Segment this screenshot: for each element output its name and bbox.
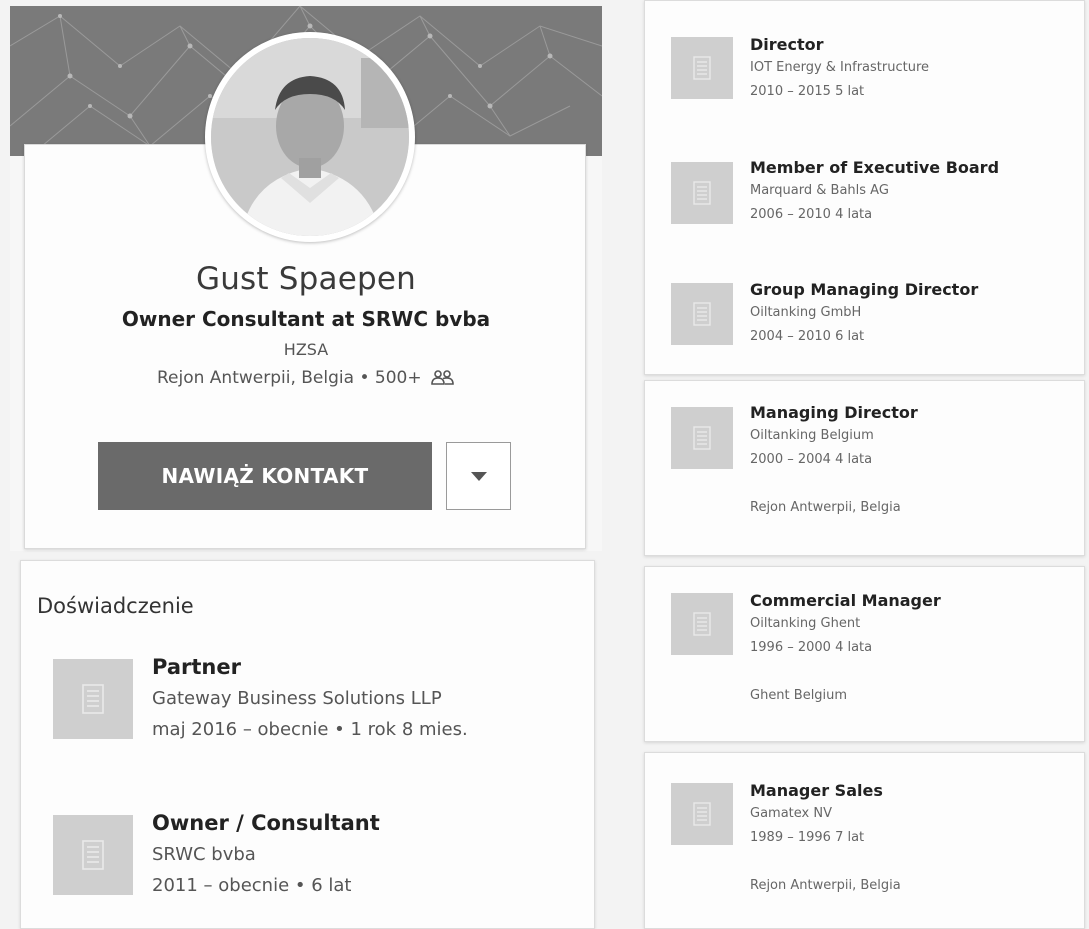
experience-location: Rejon Antwerpii, Belgia [750,500,901,515]
building-icon [693,612,711,636]
experience-item[interactable]: Member of Executive Board Marquard & Bah… [645,158,1085,248]
experience-dates: maj 2016 – obecnie • 1 rok 8 mies. [152,719,468,740]
company-logo [53,659,133,739]
more-options-button[interactable] [446,442,511,510]
experience-company[interactable]: Oiltanking GmbH [750,305,861,320]
experience-section: Doświadczenie Partner Gateway Business S… [20,560,595,929]
experience-dates: 2011 – obecnie • 6 lat [152,875,352,896]
building-icon [82,684,104,714]
company-logo [671,407,733,469]
company-logo [53,815,133,895]
company-logo [671,37,733,99]
experience-company[interactable]: Marquard & Bahls AG [750,183,889,198]
experience-item[interactable]: Group Managing Director Oiltanking GmbH … [645,280,1085,370]
experience-company[interactable]: IOT Energy & Infrastructure [750,60,929,75]
experience-item[interactable]: Director IOT Energy & Infrastructure 201… [645,35,1085,125]
experience-card: Director IOT Energy & Infrastructure 201… [644,0,1085,375]
experience-item[interactable]: Manager Sales Gamatex NV 1989 – 1996 7 l… [645,781,1085,921]
experience-role[interactable]: Director [750,35,824,54]
profile-headline: Owner Consultant at SRWC bvba [121,307,491,331]
company-logo [671,283,733,345]
experience-company[interactable]: Gamatex NV [750,806,832,821]
experience-role[interactable]: Member of Executive Board [750,158,999,177]
experience-role[interactable]: Managing Director [750,403,918,422]
experience-card: Managing Director Oiltanking Belgium 200… [644,380,1085,556]
profile-name: Gust Spaepen [195,261,417,297]
experience-company[interactable]: Oiltanking Ghent [750,616,860,631]
experience-role[interactable]: Manager Sales [750,781,883,800]
right-column: Director IOT Energy & Infrastructure 201… [640,0,1089,929]
experience-card: Manager Sales Gamatex NV 1989 – 1996 7 l… [644,752,1085,929]
building-icon [693,802,711,826]
building-icon [693,181,711,205]
company-logo [671,593,733,655]
building-icon [82,840,104,870]
avatar[interactable] [205,32,415,242]
experience-role[interactable]: Group Managing Director [750,280,978,299]
experience-item[interactable]: Partner Gateway Business Solutions LLP m… [21,655,596,765]
experience-dates: 2004 – 2010 6 lat [750,329,865,344]
connect-button[interactable]: NAWIĄŻ KONTAKT [98,442,432,510]
experience-dates: 2010 – 2015 5 lat [750,84,865,99]
experience-role[interactable]: Owner / Consultant [152,811,380,835]
profile-location-line: Rejon Antwerpii, Belgia • 500+ [10,368,602,388]
experience-dates: 2006 – 2010 4 lata [750,207,873,222]
connections-icon [431,370,454,385]
experience-dates: 1989 – 1996 7 lat [750,830,865,845]
experience-dates: 1996 – 2000 4 lata [750,640,873,655]
experience-location: Rejon Antwerpii, Belgia [750,878,901,893]
experience-item[interactable]: Owner / Consultant SRWC bvba 2011 – obec… [21,811,596,921]
experience-location: Ghent Belgium [750,688,848,703]
building-icon [693,56,711,80]
building-icon [693,302,711,326]
experience-company[interactable]: Gateway Business Solutions LLP [152,688,442,709]
profile-location: Rejon Antwerpii, Belgia [156,368,355,388]
connections-count[interactable]: 500+ [375,368,422,388]
building-icon [693,426,711,450]
experience-dates: 2000 – 2004 4 lata [750,452,873,467]
company-logo [671,783,733,845]
profile-school[interactable]: HZSA [10,340,602,359]
chevron-down-icon [471,472,487,481]
experience-company[interactable]: SRWC bvba [152,844,256,865]
profile-card: Gust Spaepen Owner Consultant at SRWC bv… [10,6,602,551]
profile-photo [211,38,409,236]
left-column: Gust Spaepen Owner Consultant at SRWC bv… [10,6,602,929]
experience-item[interactable]: Commercial Manager Oiltanking Ghent 1996… [645,591,1085,731]
experience-card: Commercial Manager Oiltanking Ghent 1996… [644,566,1085,742]
experience-role[interactable]: Commercial Manager [750,591,941,610]
experience-item[interactable]: Managing Director Oiltanking Belgium 200… [645,403,1085,543]
experience-role[interactable]: Partner [152,655,241,679]
separator-dot: • [359,368,375,388]
company-logo [671,162,733,224]
experience-company[interactable]: Oiltanking Belgium [750,428,874,443]
experience-heading: Doświadczenie [37,594,194,618]
